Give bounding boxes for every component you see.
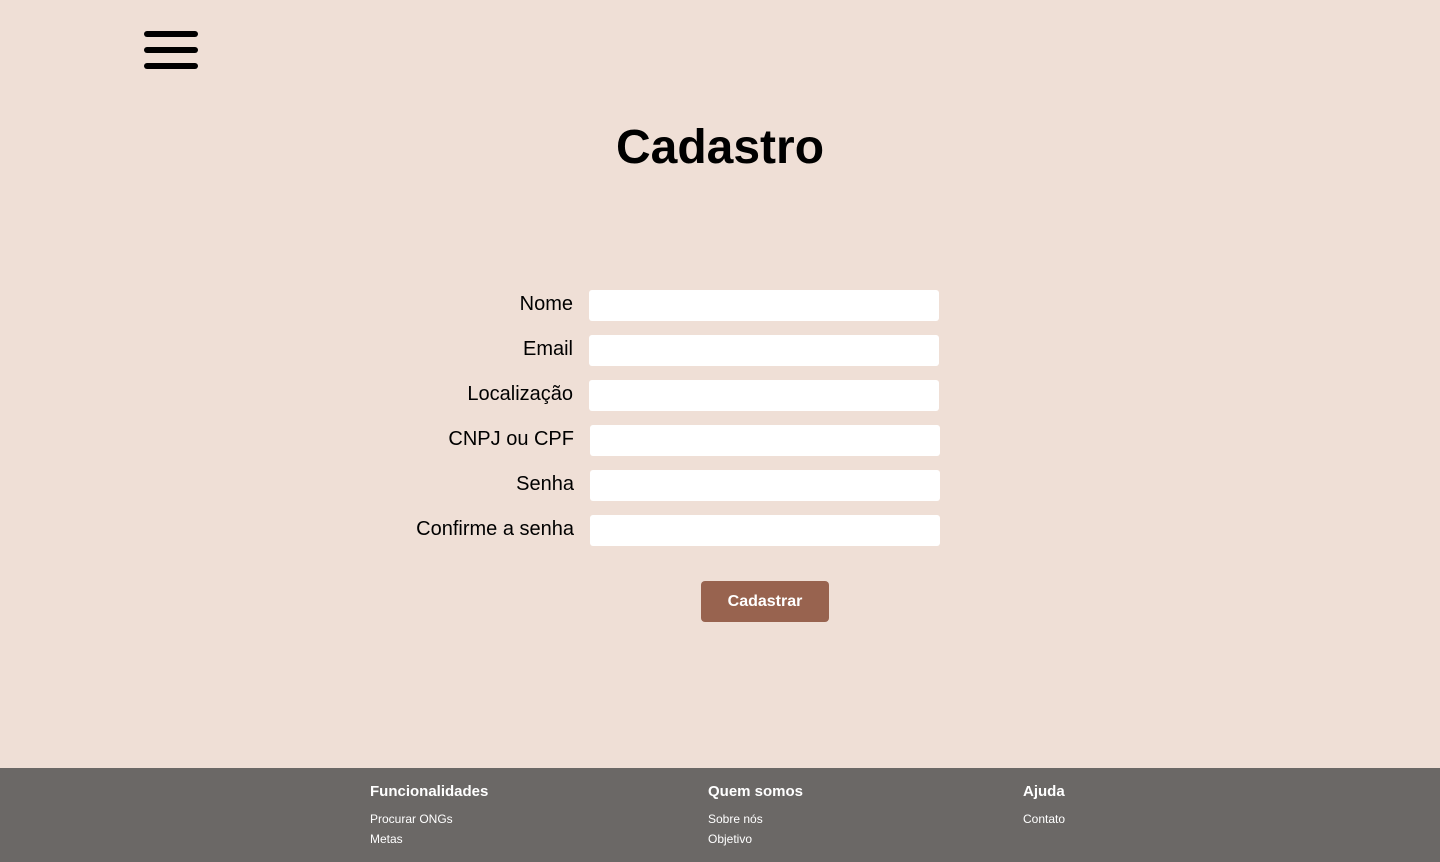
menu-bar	[144, 47, 198, 53]
field-nome: Nome	[380, 290, 940, 321]
footer-column-funcionalidades: Funcionalidades Procurar ONGs Metas	[370, 783, 488, 849]
field-label: Email	[522, 338, 573, 360]
footer: Funcionalidades Procurar ONGs Metas Quem…	[0, 768, 1440, 862]
field-confirme-senha: Confirme a senha	[381, 515, 941, 546]
menu-bar	[144, 31, 198, 37]
cadastrar-button[interactable]: Cadastrar	[701, 581, 829, 622]
nome-input[interactable]	[589, 290, 939, 321]
menu-bar	[144, 63, 198, 69]
footer-link-sobre-nos[interactable]: Sobre nós	[708, 809, 803, 829]
footer-heading: Quem somos	[708, 783, 804, 800]
hamburger-menu-icon[interactable]	[144, 30, 198, 70]
footer-heading: Funcionalidades	[370, 783, 489, 800]
field-label: Senha	[516, 473, 574, 495]
footer-heading: Ajuda	[1023, 783, 1065, 800]
field-label: Localização	[467, 383, 573, 405]
localizacao-input[interactable]	[589, 380, 939, 411]
footer-link-metas[interactable]: Metas	[370, 829, 488, 849]
field-label: Confirme a senha	[416, 518, 574, 540]
field-label: Nome	[519, 293, 573, 315]
email-input[interactable]	[589, 335, 939, 366]
field-label: CNPJ ou CPF	[448, 428, 574, 450]
footer-link-contato[interactable]: Contato	[1023, 809, 1065, 829]
field-email: Email	[380, 335, 940, 366]
footer-column-quem-somos: Quem somos Sobre nós Objetivo	[708, 783, 803, 849]
footer-column-ajuda: Ajuda Contato	[1023, 783, 1065, 829]
confirme-senha-input[interactable]	[590, 515, 940, 546]
footer-link-procurar-ongs[interactable]: Procurar ONGs	[370, 809, 488, 829]
footer-link-objetivo[interactable]: Objetivo	[708, 829, 803, 849]
cnpj-cpf-input[interactable]	[590, 425, 940, 456]
field-senha: Senha	[381, 470, 941, 501]
page-title: Cadastro	[615, 121, 825, 174]
senha-input[interactable]	[590, 470, 940, 501]
field-cnpj-cpf: CNPJ ou CPF	[381, 425, 941, 456]
field-localizacao: Localização	[380, 380, 940, 411]
